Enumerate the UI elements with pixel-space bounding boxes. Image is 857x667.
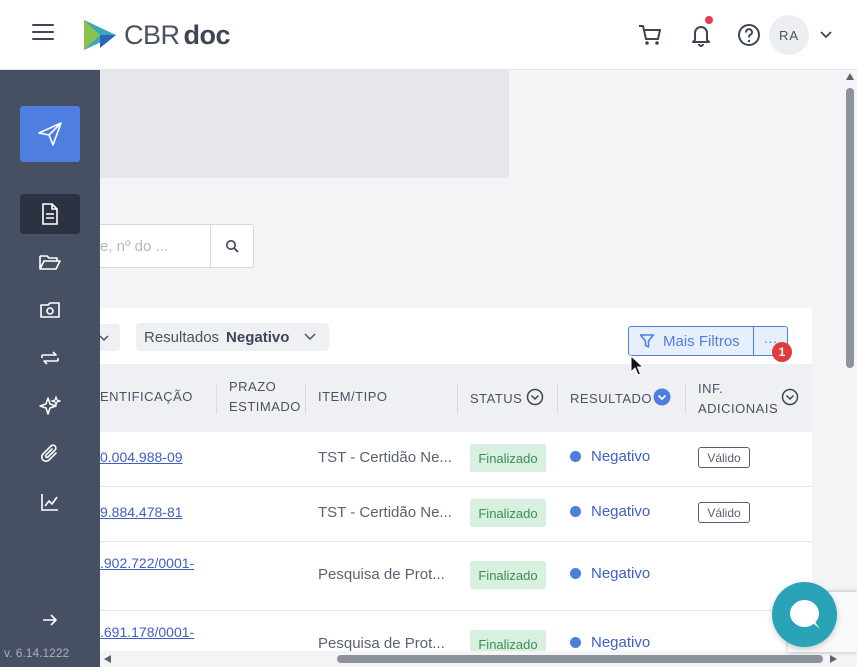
search-box: [100, 224, 254, 268]
logo-mark-icon: [84, 20, 116, 50]
folder-open-icon: [39, 255, 61, 270]
refresh-icon: [41, 351, 59, 365]
col-status[interactable]: STATUS: [470, 391, 522, 406]
col-result[interactable]: RESULTADO: [570, 391, 652, 406]
horizontal-scroll-thumb[interactable]: [337, 655, 823, 663]
result-dot: [570, 568, 581, 579]
sidebar-item-recurrence[interactable]: [20, 338, 80, 378]
search-button[interactable]: [211, 225, 253, 267]
valid-tag: Válido: [698, 447, 750, 468]
sidebar-item-documents[interactable]: [20, 194, 80, 234]
vertical-scrollbar[interactable]: [843, 70, 857, 667]
sidebar-item-ai[interactable]: [20, 386, 80, 426]
cbrdoc-logo[interactable]: CBR doc: [82, 18, 231, 52]
filter-chip-partial[interactable]: [99, 324, 120, 351]
sidebar-item-attachments[interactable]: [20, 434, 80, 474]
result-cell: Negativo: [570, 448, 650, 465]
col-identification[interactable]: ENTIFICAÇÃO: [100, 389, 193, 404]
send-icon: [38, 122, 62, 146]
paperclip-icon: [40, 444, 57, 463]
table-header: ENTIFICAÇÃO PRAZO ESTIMADO ITEM/TIPO STA…: [100, 364, 812, 432]
sparkle-icon: [39, 395, 61, 415]
top-header: CBR doc RA: [0, 0, 857, 70]
table-row[interactable]: .902.722/0001- Pesquisa de Prot... Final…: [100, 542, 812, 611]
identification-link[interactable]: 0.004.988-09: [100, 447, 183, 467]
result-cell: Negativo: [570, 634, 650, 651]
search-input[interactable]: [100, 225, 210, 267]
chat-button[interactable]: [772, 582, 837, 647]
app-version: v. 6.14.1222: [4, 646, 70, 660]
sidebar-item-monitoring[interactable]: [20, 290, 80, 330]
avatar[interactable]: RA: [769, 15, 809, 55]
scroll-left-icon[interactable]: [104, 655, 111, 663]
item-type-cell: TST - Certidão Ne...: [318, 504, 452, 521]
arrow-right-icon: [43, 614, 57, 626]
chevron-down-icon: [99, 335, 109, 342]
filter-label: Resultados: [144, 328, 220, 346]
result-dot: [570, 506, 581, 517]
horizontal-scrollbar[interactable]: [100, 651, 843, 667]
sidebar-item-reports[interactable]: [20, 482, 80, 522]
logo-text: CBR doc: [124, 19, 231, 50]
chart-line-icon: [41, 494, 58, 511]
valid-tag: Válido: [698, 502, 750, 523]
filter-icon: [639, 334, 655, 348]
mouse-cursor-icon: [630, 355, 644, 376]
item-type-cell: Pesquisa de Prot...: [318, 635, 445, 652]
help-icon[interactable]: [736, 22, 762, 48]
more-filters-button[interactable]: Mais Filtros: [628, 326, 754, 356]
bell-icon[interactable]: [688, 22, 714, 48]
result-dot: [570, 451, 581, 462]
sidebar-item-folders[interactable]: [20, 242, 80, 282]
status-badge: Finalizado: [470, 444, 546, 472]
col-deadline-line1: PRAZO: [229, 379, 277, 394]
expand-sidebar-button[interactable]: [20, 600, 80, 640]
filter-count-badge: 1: [772, 342, 792, 362]
table-row[interactable]: 9.884.478-81 TST - Certidão Ne... Finali…: [100, 487, 812, 542]
send-button[interactable]: [20, 106, 80, 162]
table-row[interactable]: 0.004.988-09 TST - Certidão Ne... Finali…: [100, 432, 812, 487]
identification-link[interactable]: 9.884.478-81: [100, 502, 183, 522]
scroll-right-icon[interactable]: [830, 655, 837, 663]
status-badge: Finalizado: [470, 499, 546, 527]
identification-link[interactable]: .902.722/0001-: [100, 553, 194, 573]
status-filter-icon[interactable]: [526, 388, 544, 406]
menu-icon[interactable]: [32, 24, 54, 46]
result-filter-chip[interactable]: Resultados Negativo: [136, 323, 329, 351]
col-item-type[interactable]: ITEM/TIPO: [318, 389, 388, 404]
item-type-cell: TST - Certidão Ne...: [318, 449, 452, 466]
cart-icon[interactable]: [637, 22, 663, 48]
chevron-down-icon[interactable]: [818, 28, 834, 42]
item-type-cell: Pesquisa de Prot...: [318, 566, 445, 583]
filter-value: Negativo: [226, 328, 290, 346]
document-icon: [42, 203, 58, 225]
monitor-icon: [40, 302, 60, 318]
result-cell: Negativo: [570, 503, 650, 520]
notification-dot: [705, 16, 713, 24]
result-filter-active-icon[interactable]: [653, 388, 671, 406]
status-badge: Finalizado: [470, 561, 546, 589]
chevron-down-icon: [304, 333, 316, 341]
scroll-up-icon[interactable]: [846, 73, 854, 80]
sidebar: v. 6.14.1222: [0, 70, 100, 667]
col-info-line2: ADICIONAIS: [698, 401, 779, 416]
col-info-line1: INF.: [698, 381, 724, 396]
info-filter-icon[interactable]: [781, 388, 799, 406]
search-icon: [226, 240, 239, 253]
result-dot: [570, 637, 581, 648]
vertical-scroll-thumb[interactable]: [846, 88, 854, 368]
col-deadline-line2: ESTIMADO: [229, 399, 301, 414]
banner-placeholder: [100, 70, 509, 178]
identification-link[interactable]: .691.178/0001-: [100, 622, 194, 642]
result-cell: Negativo: [570, 565, 650, 582]
